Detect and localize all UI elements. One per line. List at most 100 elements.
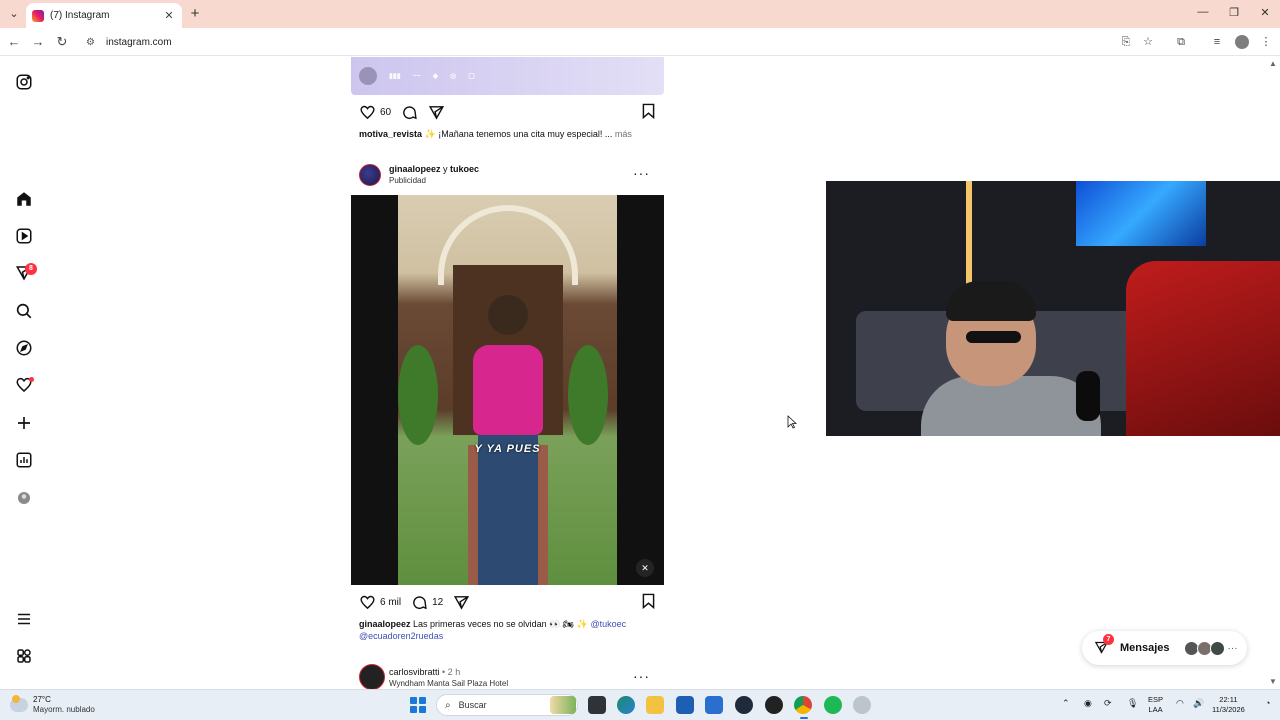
extensions-icon[interactable]: ⧉ xyxy=(1174,35,1188,49)
bookmark-icon xyxy=(642,593,655,610)
install-app-icon[interactable]: ⎘ xyxy=(1119,35,1133,49)
url-text: instagram.com xyxy=(106,36,172,48)
media-controls-icon[interactable]: ≡ xyxy=(1210,35,1224,49)
share-button[interactable] xyxy=(453,594,470,611)
messages-avatars xyxy=(1183,640,1225,656)
sponsor-logo: ◆ xyxy=(432,73,439,80)
share-button[interactable] xyxy=(428,104,445,121)
caption-text: Las primeras veces no se olvidan 👀 🏍 ✨ xyxy=(413,619,588,629)
tray-overflow-icon[interactable]: ⌃ xyxy=(1062,698,1070,709)
back-icon[interactable]: ← xyxy=(6,34,22,50)
app-icon[interactable] xyxy=(765,696,783,714)
dashboard-icon[interactable] xyxy=(14,450,34,470)
bookmark-icon xyxy=(642,103,655,120)
post1-actions: 60 xyxy=(359,103,656,121)
post3-avatar[interactable] xyxy=(359,664,385,689)
language-indicator[interactable]: ESP LAA xyxy=(1148,695,1163,715)
clock[interactable]: 22:11 11/3/2026 xyxy=(1212,695,1245,715)
notification-bell-icon[interactable]: ◔ xyxy=(1265,698,1270,708)
close-window-button[interactable]: ✕ xyxy=(1257,6,1273,19)
share-icon xyxy=(454,595,470,610)
more-menu-icon[interactable] xyxy=(14,609,34,629)
taskbar: 27°C Mayorm. nublado ⌕ Buscar ⌃ ◉ ⟳ 🎙 ES… xyxy=(0,689,1280,720)
post2-video[interactable]: Y YA PUES ✕ xyxy=(351,195,664,585)
lang-top: ESP xyxy=(1148,695,1164,704)
instagram-logo-icon[interactable] xyxy=(14,72,34,92)
file-explorer-icon[interactable] xyxy=(646,696,664,714)
post2-actions: 6 mil 12 xyxy=(359,593,656,611)
site-info-icon[interactable]: ⚙ xyxy=(86,37,100,48)
like-button[interactable]: 60 xyxy=(359,104,391,121)
sponsor-logo: ▮▮▮ xyxy=(389,73,401,80)
comment-icon xyxy=(403,105,417,119)
forward-icon[interactable]: → xyxy=(30,34,46,50)
profile-avatar[interactable] xyxy=(1235,35,1249,49)
post2-header: ginaalopeez y tukoec Publicidad ··· xyxy=(359,164,656,188)
browser-menu-icon[interactable]: ⋮ xyxy=(1259,35,1273,49)
new-tab-button[interactable]: + xyxy=(188,5,202,22)
app-icon[interactable] xyxy=(853,696,871,714)
chrome-icon[interactable] xyxy=(794,696,812,714)
reload-icon[interactable]: ↻ xyxy=(54,34,70,50)
also-from-meta-icon[interactable] xyxy=(14,646,34,666)
mute-icon[interactable]: ✕ xyxy=(636,559,654,577)
outlook-icon[interactable] xyxy=(705,696,723,714)
wifi-icon[interactable]: ◠ xyxy=(1176,698,1184,709)
tab-search-icon[interactable]: ⌄ xyxy=(6,6,22,22)
comment-count: 12 xyxy=(432,596,444,608)
home-icon[interactable] xyxy=(14,189,34,209)
tab-instagram[interactable]: (7) Instagram ✕ xyxy=(26,3,182,28)
reels-icon[interactable] xyxy=(14,226,34,246)
comment-button[interactable] xyxy=(401,104,418,121)
post1-image[interactable]: ▮▮▮ ~~ ◆ ◎ ▢ xyxy=(351,57,664,95)
store-icon[interactable] xyxy=(676,696,694,714)
start-windows-icon[interactable] xyxy=(410,697,426,713)
mention-link[interactable]: @ecuadoren2ruedas xyxy=(359,631,443,641)
more-link[interactable]: más xyxy=(615,129,632,139)
scroll-down-arrow-icon[interactable]: ▼ xyxy=(1269,677,1277,686)
microphone-icon[interactable]: 🎙 xyxy=(1127,698,1138,709)
messages-widget[interactable]: 7 Mensajes ··· xyxy=(1082,631,1247,665)
comment-button[interactable]: 12 xyxy=(411,594,443,611)
messages-widget-badge: 7 xyxy=(1103,634,1114,645)
search-icon[interactable] xyxy=(14,301,34,321)
post3-users: carlosvibratti • 2 h xyxy=(389,667,460,677)
spotify-icon[interactable] xyxy=(824,696,842,714)
heart-icon xyxy=(360,105,375,119)
post2-user1[interactable]: ginaalopeez xyxy=(389,164,441,174)
caption-username[interactable]: motiva_revista xyxy=(359,129,422,139)
tab-close-icon[interactable]: ✕ xyxy=(162,9,176,22)
tray-app-icon[interactable]: ◉ xyxy=(1084,698,1092,709)
save-button[interactable] xyxy=(641,103,656,124)
task-view-icon[interactable] xyxy=(588,696,606,714)
create-plus-icon[interactable] xyxy=(14,413,34,433)
video-subtitle: Y YA PUES xyxy=(474,443,541,455)
messages-widget-label: Mensajes xyxy=(1120,642,1170,654)
clock-time: 22:11 xyxy=(1219,695,1238,704)
browser-toolbar: ← → ↻ ⚙ instagram.com ⎘ ☆ ⧉ ≡ ⋮ xyxy=(0,28,1280,56)
restore-button[interactable]: ❐ xyxy=(1226,6,1242,19)
more-options-icon[interactable]: ··· xyxy=(633,669,650,683)
tray-sync-icon[interactable]: ⟳ xyxy=(1104,698,1112,709)
save-button[interactable] xyxy=(641,593,656,614)
explore-icon[interactable] xyxy=(14,338,34,358)
scroll-up-arrow-icon[interactable]: ▲ xyxy=(1269,59,1277,68)
steam-icon[interactable] xyxy=(735,696,753,714)
more-options-icon[interactable]: ··· xyxy=(633,166,650,180)
post3-username[interactable]: carlosvibratti xyxy=(389,667,440,677)
mention-link[interactable]: @tukoec xyxy=(590,619,626,629)
instagram-sidebar: 8 xyxy=(0,57,48,689)
caption-username[interactable]: ginaalopeez xyxy=(359,619,411,629)
notifications-dot xyxy=(29,377,34,382)
volume-icon[interactable]: 🔊 xyxy=(1193,698,1204,709)
post3-location[interactable]: Wyndham Manta Sail Plaza Hotel xyxy=(389,679,508,688)
post2-avatar[interactable] xyxy=(359,164,381,186)
profile-avatar-icon[interactable] xyxy=(14,488,34,508)
address-bar[interactable]: ⚙ instagram.com xyxy=(80,31,1170,53)
like-button[interactable]: 6 mil xyxy=(359,594,401,611)
post2-user2[interactable]: tukoec xyxy=(450,164,479,174)
minimize-button[interactable]: — xyxy=(1195,6,1211,18)
bookmark-star-icon[interactable]: ☆ xyxy=(1141,35,1155,49)
edge-icon[interactable] xyxy=(617,696,635,714)
weather-widget[interactable]: 27°C Mayorm. nublado xyxy=(10,695,95,715)
